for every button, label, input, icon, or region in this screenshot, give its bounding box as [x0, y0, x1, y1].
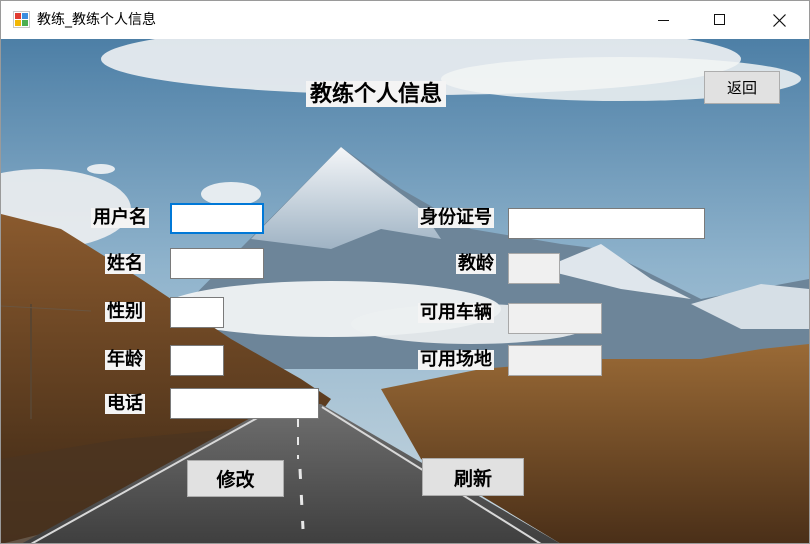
username-label: 用户名 — [91, 207, 149, 228]
teaching-years-label: 教龄 — [456, 253, 496, 274]
close-icon — [772, 13, 786, 27]
available-venue-field[interactable] — [508, 345, 602, 376]
mountain-road-background — [1, 39, 809, 543]
modify-button[interactable]: 修改 — [187, 460, 284, 497]
name-label: 姓名 — [105, 253, 145, 274]
name-field[interactable] — [170, 248, 264, 279]
refresh-button[interactable]: 刷新 — [422, 458, 524, 496]
available-vehicle-label: 可用车辆 — [418, 302, 494, 323]
form-client-area: 教练个人信息 返回 用户名 姓名 性别 年龄 电话 身份证号 教龄 可用车辆 可… — [1, 39, 809, 543]
username-field[interactable] — [170, 203, 264, 234]
id-number-label: 身份证号 — [418, 207, 494, 228]
maximize-icon — [714, 14, 725, 25]
back-button[interactable]: 返回 — [704, 71, 780, 104]
gender-label: 性别 — [105, 301, 145, 322]
teaching-years-field[interactable] — [508, 253, 560, 284]
app-window: 教练_教练个人信息 教练个人信息 返回 用户名 姓名 性别 年龄 电话 身份证号… — [0, 0, 810, 544]
title-bar[interactable]: 教练_教练个人信息 — [1, 1, 809, 39]
window-title: 教练_教练个人信息 — [37, 12, 156, 28]
app-icon — [13, 11, 30, 28]
age-field[interactable] — [170, 345, 224, 376]
phone-label: 电话 — [105, 393, 145, 414]
close-button[interactable] — [756, 1, 802, 39]
minimize-icon — [658, 20, 669, 21]
available-venue-label: 可用场地 — [418, 349, 494, 370]
age-label: 年龄 — [105, 349, 145, 370]
form-heading: 教练个人信息 — [306, 81, 447, 107]
available-vehicle-field[interactable] — [508, 303, 602, 334]
maximize-button[interactable] — [697, 1, 743, 39]
gender-field[interactable] — [170, 297, 224, 328]
minimize-button[interactable] — [641, 1, 687, 39]
id-number-field[interactable] — [508, 208, 705, 239]
phone-field[interactable] — [170, 388, 319, 419]
